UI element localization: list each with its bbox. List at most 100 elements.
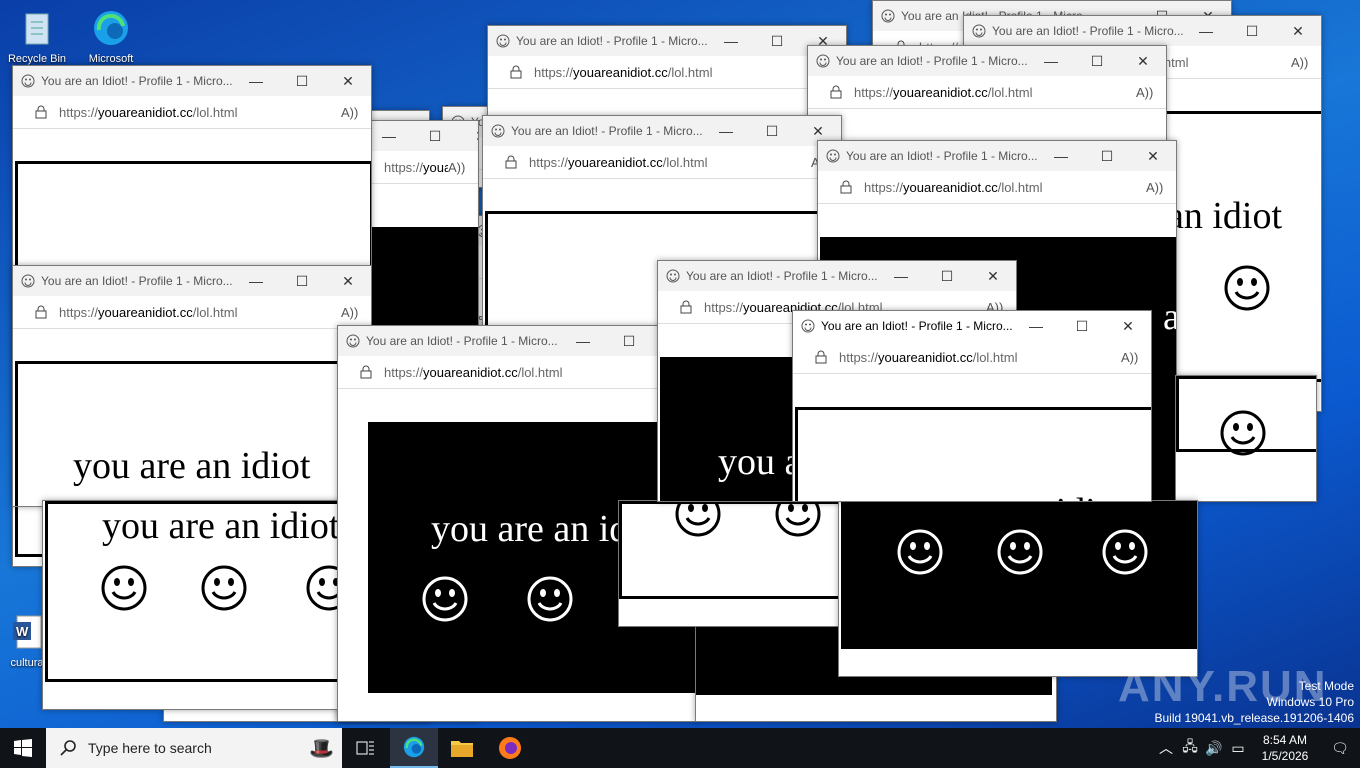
search-placeholder: Type here to search [88, 740, 212, 756]
taskbar-edge-button[interactable] [390, 728, 438, 768]
maximize-button[interactable]: ☐ [924, 268, 970, 285]
close-button[interactable]: ✕ [1275, 23, 1321, 40]
close-button[interactable]: ✕ [795, 123, 841, 140]
close-button[interactable]: ✕ [325, 273, 371, 290]
read-aloud-icon[interactable]: A)) [1136, 85, 1166, 100]
windows-watermark: Test Mode Windows 10 Pro Build 19041.vb_… [1155, 678, 1355, 726]
lock-icon [35, 305, 47, 319]
start-button[interactable] [0, 728, 46, 768]
address-bar[interactable]: https://youareanidiot.cc/lol.htmlA)) [338, 356, 698, 389]
taskbar-firefox-button[interactable] [486, 728, 534, 768]
browser-popup-window[interactable]: You are an Idiot! - Profile 1 - Micro...… [487, 25, 847, 127]
browser-popup-window[interactable]: You are an Idiot! - Profile 1 - Micro...… [792, 310, 1152, 502]
lock-icon [35, 105, 47, 119]
minimize-button[interactable]: — [560, 333, 606, 349]
firefox-icon [499, 737, 521, 759]
read-aloud-icon[interactable]: A)) [1291, 55, 1321, 70]
smiley-face-icon [675, 501, 721, 537]
window-title: You are an Idiot! - Profile 1 - Micro... [836, 54, 1028, 68]
address-bar[interactable]: https://youareanidiot.cc/lol.html A)) [808, 76, 1166, 109]
clock[interactable]: 8:54 AM 1/5/2026 [1250, 732, 1320, 764]
taskbar-search-box[interactable]: Type here to search 🎩 [46, 728, 342, 768]
minimize-button[interactable]: — [703, 123, 749, 139]
read-aloud-icon[interactable]: A)) [341, 105, 371, 120]
svg-text:W: W [16, 624, 29, 639]
window-title-bar[interactable]: You are an Idiot! - Profile 1 - Micro...… [13, 266, 371, 296]
minimize-button[interactable]: — [878, 268, 924, 284]
browser-popup-window[interactable]: You are an Idiot! - Profile 1 - Micro...… [12, 265, 372, 507]
notifications-icon[interactable]: 🗨 [1320, 740, 1360, 757]
network-icon[interactable]: 🖧 [1178, 736, 1202, 760]
maximize-button[interactable]: ☐ [279, 73, 325, 90]
url-text: https://youareanidiot.cc/lol.html [854, 84, 1033, 100]
minimize-button[interactable]: — [1013, 318, 1059, 334]
maximize-button[interactable]: ☐ [412, 128, 458, 145]
close-button[interactable]: ✕ [325, 73, 371, 90]
desktop-icon-recycle-bin[interactable]: Recycle Bin [2, 8, 72, 65]
smiley-face-icon [1224, 265, 1270, 311]
idiot-panel [619, 501, 841, 599]
browser-popup-window[interactable]: You are an Idiot! - Profile 1 - Micro...… [1175, 375, 1317, 502]
read-aloud-icon[interactable]: A)) [341, 305, 371, 320]
edge-icon [94, 11, 128, 45]
minimize-button[interactable]: — [366, 128, 412, 144]
address-bar[interactable]: https://youareanidiot.cc/lol.htmlA)) [793, 341, 1151, 374]
window-title: You are an Idiot! - Profile 1 - Micro... [992, 24, 1183, 38]
task-view-button[interactable] [342, 728, 390, 768]
clock-time: 8:54 AM [1262, 733, 1308, 747]
address-bar[interactable]: https://youareanidiot.cc/lol.htmlA)) [488, 56, 846, 89]
chevron-up-icon[interactable]: ︿ [1154, 738, 1178, 758]
minimize-button[interactable]: — [233, 273, 279, 289]
read-aloud-icon[interactable]: A)) [448, 160, 478, 175]
close-button[interactable]: ✕ [458, 128, 478, 145]
close-button[interactable]: ✕ [970, 268, 1016, 285]
minimize-button[interactable]: — [708, 33, 754, 49]
lock-icon [680, 300, 692, 314]
minimize-button[interactable]: — [1183, 23, 1229, 39]
taskbar-file-explorer-button[interactable] [438, 728, 486, 768]
window-title-bar[interactable]: You are an Idiot! - Profile 1 - Micro...… [488, 26, 846, 56]
address-bar[interactable]: https://youareanidiot.cc/lol.htmlA)) [13, 96, 371, 129]
close-button[interactable]: ✕ [1130, 148, 1176, 165]
browser-popup-window[interactable] [838, 500, 1198, 677]
window-title-bar[interactable]: You are an Idiot! - Profile 1 - Micro...… [483, 116, 841, 146]
maximize-button[interactable]: ☐ [749, 123, 795, 140]
smiley-face-icon [101, 565, 147, 611]
desktop-icon-edge[interactable]: Microsoft [76, 8, 146, 65]
maximize-button[interactable]: ☐ [606, 333, 652, 350]
display-icon[interactable]: ▭ [1226, 740, 1250, 757]
maximize-button[interactable]: ☐ [754, 33, 800, 50]
window-title-bar[interactable]: You are an Idiot! - Profile 1 - Micro...… [818, 141, 1176, 171]
browser-popup-window[interactable]: You are an Idiot! - Profile 1 - Micro...… [807, 45, 1167, 147]
smiley-favicon-icon [826, 149, 840, 163]
read-aloud-icon[interactable]: A)) [1121, 350, 1151, 365]
window-title-bar[interactable]: You are an Idiot! - Profile 1 - Micro...… [808, 46, 1166, 76]
maximize-button[interactable]: ☐ [1074, 53, 1120, 70]
minimize-button[interactable]: — [1028, 53, 1074, 69]
address-bar[interactable]: https://youareanidiot.cc/lol.htmlA)) [818, 171, 1176, 204]
close-button[interactable]: ✕ [1105, 318, 1151, 335]
window-title-bar[interactable]: You are an Idiot! - Profile 1 - Micro...… [964, 16, 1321, 46]
address-bar[interactable]: https://youareanidiot.cc/lol.htmlA)) [13, 296, 371, 329]
window-title-bar[interactable]: You are an Idiot! - Profile 1 - Micro...… [338, 326, 698, 356]
maximize-button[interactable]: ☐ [1084, 148, 1130, 165]
maximize-button[interactable]: ☐ [279, 273, 325, 290]
volume-icon[interactable]: 🔊 [1202, 740, 1226, 757]
clock-date: 1/5/2026 [1261, 749, 1309, 763]
minimize-button[interactable]: — [233, 73, 279, 89]
maximize-button[interactable]: ☐ [1059, 318, 1105, 335]
read-aloud-icon[interactable]: A)) [1146, 180, 1176, 195]
window-title-bar[interactable]: You are an Idiot! - Profile 1 - Micro...… [13, 66, 371, 96]
close-button[interactable]: ✕ [1120, 53, 1166, 70]
smiley-favicon-icon [801, 319, 815, 333]
smiley-favicon-icon [816, 54, 830, 68]
lock-icon [815, 350, 827, 364]
window-title: You are an Idiot! - Profile 1 - Micro... [516, 34, 708, 48]
window-title: You are an Idiot! - Profile 1 - Micro... [41, 74, 233, 88]
minimize-button[interactable]: — [1038, 148, 1084, 164]
window-title-bar[interactable]: You are an Idiot! - Profile 1 - Micro...… [658, 261, 1016, 291]
address-bar[interactable]: https://youareanidiot.cc/lol.htmlA)) [483, 146, 841, 179]
browser-popup-window[interactable] [618, 500, 842, 627]
window-title-bar[interactable]: You are an Idiot! - Profile 1 - Micro...… [793, 311, 1151, 341]
maximize-button[interactable]: ☐ [1229, 23, 1275, 40]
